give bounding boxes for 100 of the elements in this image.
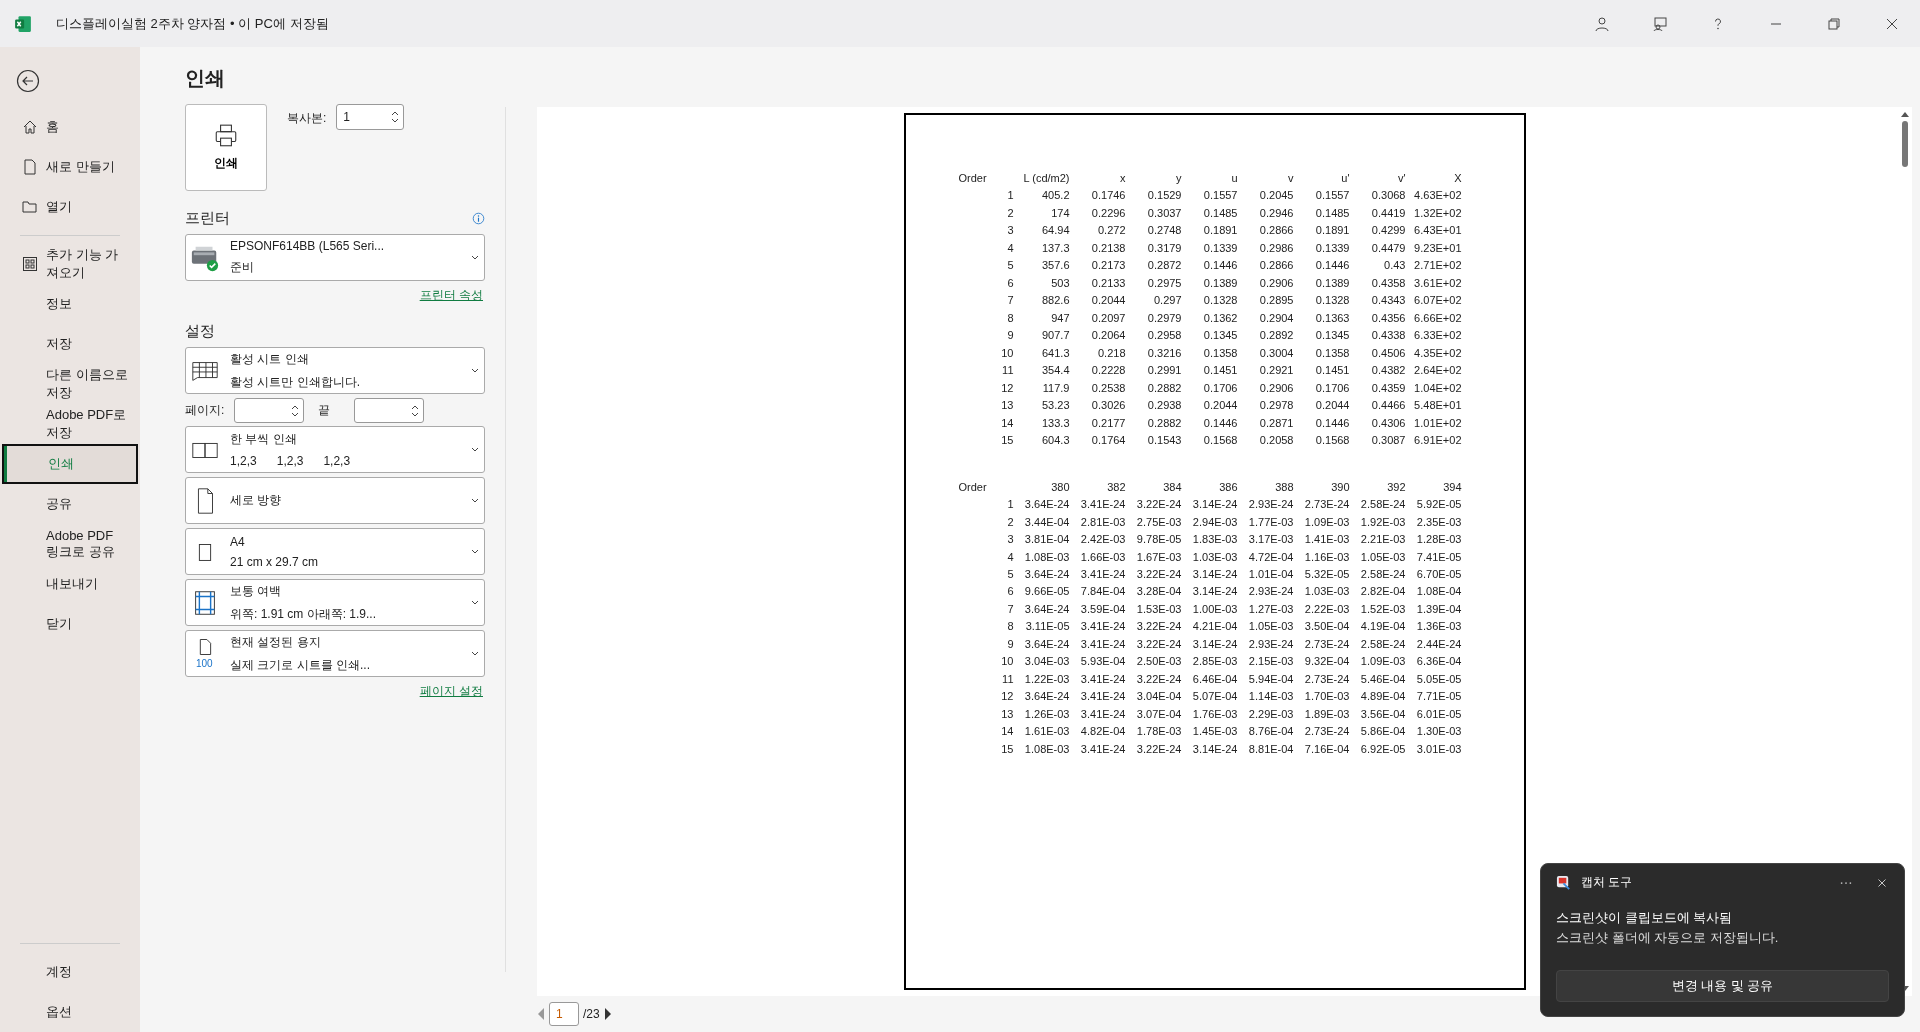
- sheet-dropdown[interactable]: 활성 시트 인쇄 활성 시트만 인쇄합니다.: [185, 347, 485, 394]
- table-cell-text: 1.16E-03: [1303, 549, 1350, 565]
- info-icon[interactable]: [472, 212, 485, 225]
- table-cell-text: 3.41E-24: [1079, 671, 1126, 687]
- copies-spinner[interactable]: 1: [336, 104, 405, 130]
- table-cell-text: 2.58E-24: [1359, 497, 1406, 513]
- table-cell-text: 4: [1006, 549, 1014, 565]
- option-title: 한 부씩 인쇄: [230, 431, 298, 448]
- table-cell-text: 1.04E+02: [1413, 380, 1462, 396]
- table-cell-text: 0.1529: [1146, 188, 1182, 204]
- table-cell-text: 0.1358: [1202, 345, 1238, 361]
- table-cell-text: 1: [1006, 497, 1014, 513]
- nav-item[interactable]: Adobe PDF 링크로 공유: [0, 524, 140, 564]
- table-cell-text: 3.14E-24: [1191, 567, 1238, 582]
- table-cell-text: 13: [1000, 398, 1014, 414]
- table-cell-text: 1.01E+02: [1413, 415, 1462, 431]
- nav-item[interactable]: 옵션: [0, 992, 140, 1032]
- account-icon[interactable]: [1594, 15, 1610, 32]
- table-cell-text: 0.2228: [1090, 363, 1126, 379]
- table-cell-text: 5.48E+01: [1413, 398, 1462, 414]
- table-cell-text: 405.2: [1040, 188, 1070, 204]
- nav-item[interactable]: 인쇄: [2, 444, 138, 484]
- nav-item[interactable]: Adobe PDF로 저장: [0, 404, 140, 444]
- table-cell-text: 2.73E-24: [1303, 724, 1350, 740]
- nav-item[interactable]: 내보내기: [0, 564, 140, 604]
- nav-item[interactable]: 저장: [0, 324, 140, 364]
- nav-item[interactable]: 새로 만들기: [0, 147, 140, 187]
- table-cell-text: 0.2866: [1258, 258, 1294, 274]
- table-cell-text: 0.2748: [1146, 223, 1182, 239]
- table-cell-text: 1.22E-03: [1023, 671, 1070, 687]
- spin-arrows-icon[interactable]: [411, 403, 420, 418]
- table-cell-text: 3.14E-24: [1191, 497, 1238, 513]
- table-cell-text: 0.218: [1096, 345, 1126, 361]
- nav-item[interactable]: 정보: [0, 284, 140, 324]
- table-cell-text: 2.82E-04: [1359, 584, 1406, 600]
- table-cell-text: 0.2906: [1258, 275, 1294, 291]
- share-button[interactable]: 변경 내용 및 공유: [1556, 970, 1889, 1002]
- nav-label: 내보내기: [45, 575, 98, 593]
- table-cell-text: 3.41E-24: [1079, 741, 1126, 757]
- nav-item[interactable]: 다른 이름으로 저장: [0, 364, 140, 404]
- chevron-down-icon: [471, 447, 479, 452]
- printer-dropdown[interactable]: EPSONF614BB (L565 Seri... 준비: [185, 234, 485, 281]
- table-cell-text: 12: [1000, 689, 1014, 705]
- back-icon[interactable]: [16, 69, 40, 93]
- feedback-icon[interactable]: [1652, 15, 1668, 32]
- table-cell-text: 1.77E-03: [1247, 514, 1294, 530]
- paper-dropdown[interactable]: A4 21 cm x 29.7 cm: [185, 528, 485, 575]
- table-cell-text: 2.58E-24: [1359, 567, 1406, 582]
- table-cell-text: 1.30E-03: [1415, 724, 1462, 740]
- table-cell-text: 0.1345: [1202, 328, 1238, 344]
- nav-item[interactable]: 공유: [0, 484, 140, 524]
- table-cell-text: 3.41E-24: [1079, 689, 1126, 705]
- table-cell-text: 3.64E-24: [1023, 497, 1070, 513]
- nav-item[interactable]: 추가 기능 가져오기: [0, 244, 140, 284]
- table-cell-text: 11: [1001, 671, 1014, 687]
- table-cell-text: 6.92E-05: [1359, 741, 1406, 757]
- table-cell-text: 1.45E-03: [1191, 724, 1238, 740]
- scaling-dropdown[interactable]: 100 현재 설정된 용지 실제 크기로 시트를 인쇄...: [185, 630, 485, 677]
- table-cell-text: 1.52E-03: [1359, 601, 1406, 617]
- table-cell-text: 9.32E-04: [1303, 654, 1350, 670]
- table-cell-text: 15: [1000, 433, 1014, 449]
- table-cell-text: 0.2044: [1090, 293, 1126, 309]
- page-number-field[interactable]: 1: [549, 1002, 579, 1026]
- collate-dropdown[interactable]: 한 부씩 인쇄 1,2,3 1,2,3 1,2,3: [185, 426, 485, 473]
- previous-page-icon[interactable]: [537, 1008, 545, 1020]
- nav-item[interactable]: 닫기: [0, 604, 140, 644]
- table-cell-text: 0.1363: [1314, 310, 1350, 326]
- table-cell-text: 0.3068: [1370, 188, 1406, 204]
- nav-item[interactable]: 계정: [0, 952, 140, 992]
- print-button[interactable]: 인쇄: [185, 104, 267, 191]
- spin-arrows-icon[interactable]: [391, 110, 400, 124]
- table-cell-text: 0.1485: [1314, 205, 1350, 221]
- next-page-icon[interactable]: [603, 1008, 612, 1020]
- printer-properties-link[interactable]: 프린터 속성: [419, 287, 483, 304]
- restore-icon[interactable]: [1826, 15, 1842, 32]
- column-header: 386: [1218, 479, 1238, 495]
- scroll-up-icon[interactable]: [1901, 111, 1909, 117]
- table-cell-text: 0.1358: [1314, 345, 1350, 361]
- table-cell-text: 6.07E+02: [1413, 293, 1462, 309]
- nav-label: 열기: [46, 198, 72, 216]
- table-cell-text: 2.85E-03: [1191, 654, 1238, 670]
- table-cell-text: 0.4338: [1370, 328, 1406, 344]
- table-cell-text: 1.53E-03: [1135, 601, 1182, 617]
- table-cell-text: 3.41E-24: [1079, 567, 1126, 582]
- table-cell-text: 0.1389: [1202, 275, 1238, 291]
- table-cell-text: 5: [1006, 567, 1014, 582]
- document-icon: [22, 159, 38, 175]
- pages-label: 페이지:: [185, 402, 225, 419]
- table-cell-text: 3.17E-03: [1247, 532, 1294, 547]
- spin-arrows-icon[interactable]: [291, 403, 300, 418]
- nav-item[interactable]: 홈: [0, 107, 140, 147]
- table-cell-text: 1.70E-03: [1303, 689, 1350, 705]
- table-cell-text: 1.41E-03: [1303, 532, 1350, 547]
- orientation-dropdown[interactable]: 세로 방향: [185, 477, 485, 524]
- table-cell-text: 1.32E+02: [1413, 205, 1462, 221]
- nav-item[interactable]: 열기: [0, 187, 140, 227]
- page-setup-link[interactable]: 페이지 설정: [419, 683, 483, 700]
- table-cell-text: 6.66E+02: [1413, 310, 1462, 326]
- margins-dropdown[interactable]: 보통 여백 위쪽: 1.91 cm 아래쪽: 1.9...: [185, 579, 485, 626]
- table-cell-text: 0.4356: [1370, 310, 1406, 326]
